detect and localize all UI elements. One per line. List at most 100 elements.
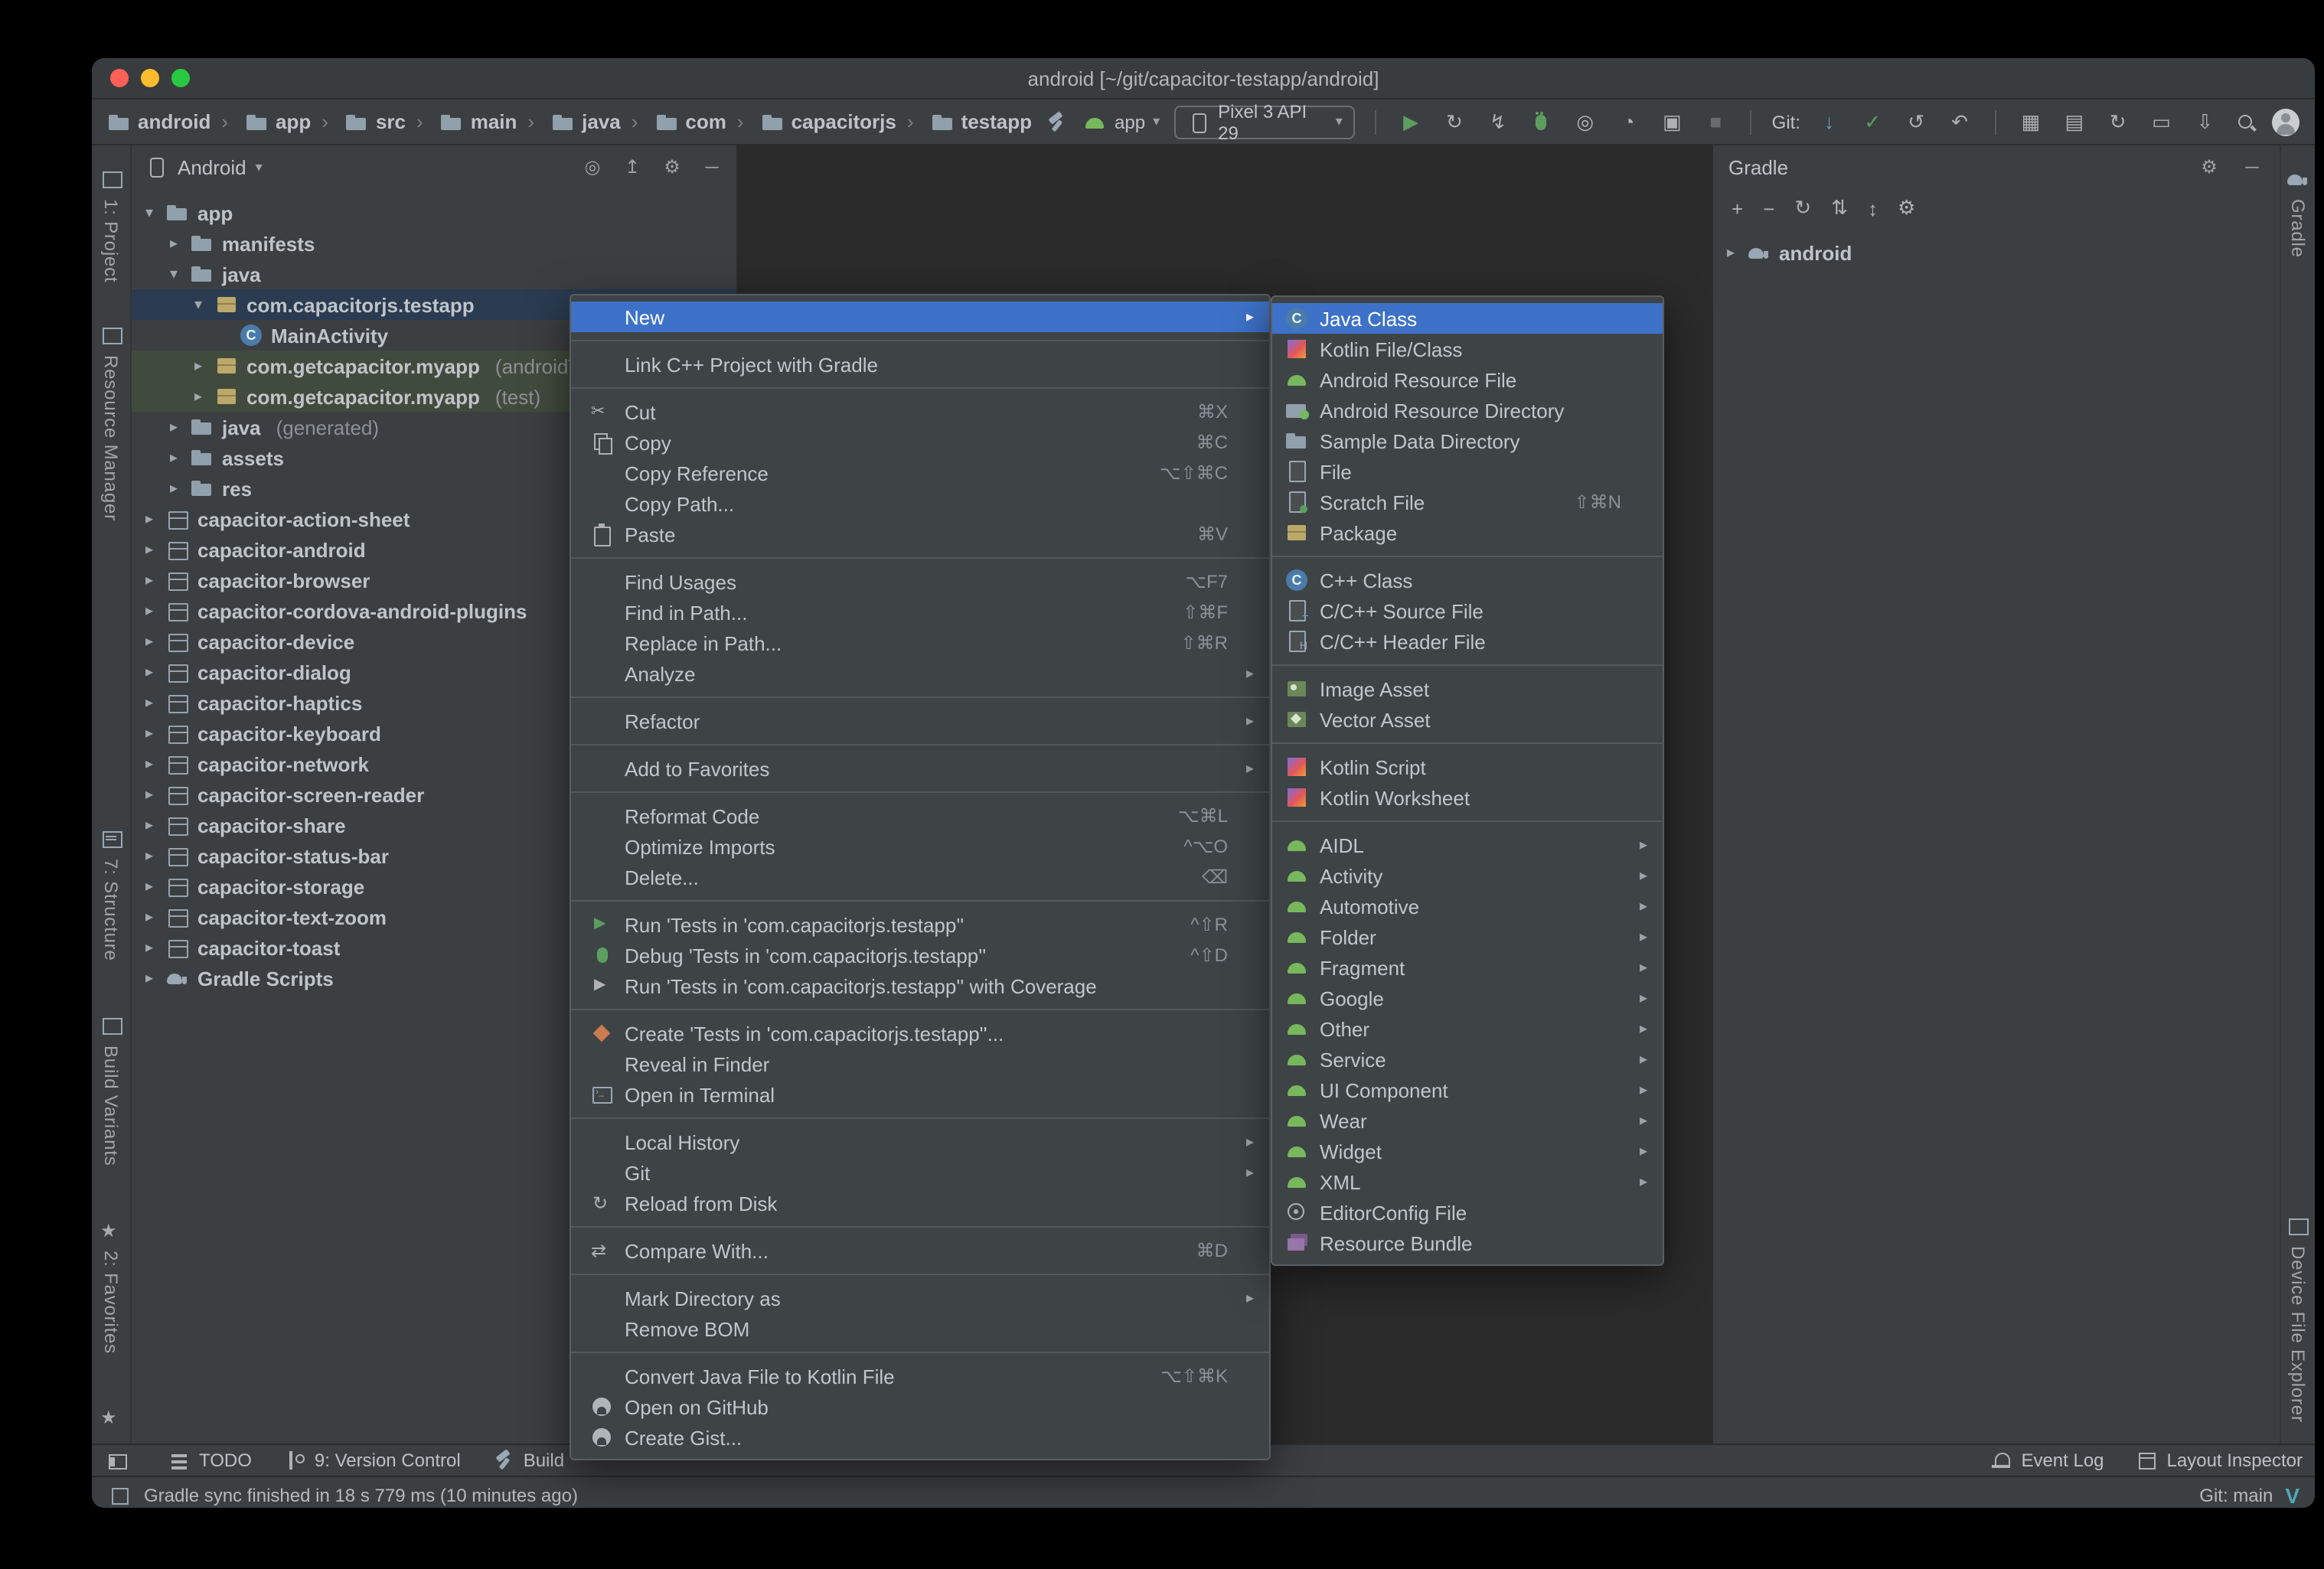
gradle-settings-icon[interactable]: ⚙ xyxy=(1898,196,1915,220)
tree-chevron-icon[interactable]: ▸ xyxy=(141,694,158,711)
tree-chevron-icon[interactable]: ▸ xyxy=(165,235,182,252)
tree-chevron-icon[interactable]: ▸ xyxy=(141,725,158,742)
rollback-icon[interactable]: ↶ xyxy=(1945,109,1975,134)
context-menu-item[interactable]: Link C++ Project with Gradle xyxy=(571,349,1269,380)
tab-structure[interactable]: 7: Structure xyxy=(99,827,123,961)
context-menu-item[interactable]: Local History ▸ xyxy=(571,1127,1269,1157)
collapse-all-icon[interactable]: ↥ xyxy=(620,156,645,178)
commit-icon[interactable]: ✓ xyxy=(1858,109,1888,134)
apply-changes-icon[interactable]: ↯ xyxy=(1483,109,1513,134)
project-view-mode[interactable]: Android xyxy=(178,155,246,178)
version-control-button[interactable]: 9: Version Control xyxy=(282,1448,461,1473)
context-menu-item[interactable]: Copy Path... xyxy=(571,488,1269,519)
submenu-item[interactable]: EditorConfig File xyxy=(1272,1197,1663,1228)
breadcrumb-item[interactable]: capacitorjs xyxy=(726,109,896,134)
context-menu-item[interactable]: Reformat Code ⌥⌘L xyxy=(571,801,1269,831)
context-menu-item[interactable]: Run 'Tests in 'com.capacitorjs.testapp''… xyxy=(571,970,1269,1001)
sync-project-icon[interactable]: ↻ xyxy=(2103,109,2133,134)
context-menu-item[interactable]: Reload from Disk xyxy=(571,1188,1269,1218)
tab-device-file-explorer[interactable]: Device File Explorer xyxy=(2286,1213,2310,1422)
run-with-coverage-icon[interactable]: ◎ xyxy=(1570,109,1600,134)
profiler-button[interactable]: ◔ xyxy=(1614,109,1643,134)
breadcrumb-item[interactable]: com xyxy=(621,109,726,134)
device-manager-icon[interactable]: ▭ xyxy=(2146,109,2176,134)
search-icon[interactable] xyxy=(2234,109,2258,134)
collapse-all-icon[interactable]: ↕ xyxy=(1868,197,1878,220)
tree-chevron-icon[interactable]: ▸ xyxy=(141,572,158,589)
tree-chevron-icon[interactable]: ▾ xyxy=(165,266,182,282)
context-menu-item[interactable]: Copy ⌘C xyxy=(571,427,1269,458)
tree-row[interactable]: ▾ app xyxy=(132,197,736,228)
apply-ui-changes-icon[interactable]: ▣ xyxy=(1657,109,1687,134)
zoom-button[interactable] xyxy=(171,69,190,87)
history-icon[interactable]: ↺ xyxy=(1901,109,1931,134)
submenu-item[interactable]: Widget ▸ xyxy=(1272,1136,1663,1166)
tree-row[interactable]: ▸ manifests xyxy=(132,228,736,259)
add-icon[interactable]: + xyxy=(1732,197,1743,220)
context-menu-item[interactable]: Remove BOM xyxy=(571,1313,1269,1344)
context-menu-item[interactable]: Open on GitHub xyxy=(571,1391,1269,1422)
submenu-item[interactable]: Kotlin Script xyxy=(1272,752,1663,782)
tree-chevron-icon[interactable]: ▸ xyxy=(141,970,158,987)
context-menu-item[interactable]: Optimize Imports ^⌥O xyxy=(571,831,1269,862)
context-menu-item[interactable]: Debug 'Tests in 'com.capacitorjs.testapp… xyxy=(571,940,1269,970)
build-analyzer-icon[interactable]: ▤ xyxy=(2059,109,2089,134)
stop-button[interactable]: ■ xyxy=(1701,109,1731,134)
submenu-item[interactable]: Google ▸ xyxy=(1272,983,1663,1013)
tree-chevron-icon[interactable]: ▸ xyxy=(141,939,158,956)
submenu-item[interactable]: Kotlin File/Class xyxy=(1272,334,1663,364)
context-menu-item[interactable]: Delete... ⌫ xyxy=(571,862,1269,892)
submenu-item[interactable]: C/C++ Source File xyxy=(1272,595,1663,626)
event-log-button[interactable]: Event Log xyxy=(1989,1448,2104,1473)
breadcrumb-item[interactable]: app xyxy=(211,109,311,134)
expand-all-icon[interactable]: ⇅ xyxy=(1831,196,1848,220)
tree-chevron-icon[interactable]: ▸ xyxy=(165,480,182,497)
context-menu-item[interactable]: Run 'Tests in 'com.capacitorjs.testapp''… xyxy=(571,909,1269,940)
favorites-star-icon[interactable] xyxy=(99,1405,123,1437)
git-branch-widget[interactable]: Git: main xyxy=(2199,1484,2273,1505)
context-menu-item[interactable]: Git ▸ xyxy=(571,1157,1269,1188)
submenu-item[interactable]: Automotive ▸ xyxy=(1272,891,1663,922)
context-menu-item[interactable]: Refactor ▸ xyxy=(571,706,1269,736)
submenu-item[interactable]: Package xyxy=(1272,517,1663,548)
close-button[interactable] xyxy=(110,69,129,87)
context-menu-item[interactable]: Create Gist... xyxy=(571,1422,1269,1453)
tree-chevron-icon[interactable]: ▾ xyxy=(141,204,158,221)
submenu-item[interactable]: Vector Asset xyxy=(1272,704,1663,735)
rerun-icon[interactable]: ↻ xyxy=(1440,109,1470,134)
context-menu-item[interactable]: Replace in Path... ⇧⌘R xyxy=(571,628,1269,658)
menu-java-class[interactable]: Java Class xyxy=(1272,303,1663,334)
debug-button[interactable] xyxy=(1526,109,1556,134)
tab-resource-manager[interactable]: Resource Manager xyxy=(99,322,123,520)
update-project-icon[interactable]: ↓ xyxy=(1814,109,1844,134)
tab-favorites[interactable]: 2: Favorites xyxy=(99,1218,123,1353)
hide-panel-icon[interactable]: ─ xyxy=(700,156,724,178)
build-hammer-icon[interactable] xyxy=(1044,109,1069,134)
tree-chevron-icon[interactable]: ▸ xyxy=(141,878,158,895)
settings-icon[interactable]: ⚙ xyxy=(660,156,684,178)
tree-chevron-icon[interactable]: ▸ xyxy=(141,755,158,772)
submenu-item[interactable]: Activity ▸ xyxy=(1272,860,1663,891)
context-menu-item[interactable]: Reveal in Finder xyxy=(571,1049,1269,1079)
tree-chevron-icon[interactable]: ▾ xyxy=(190,296,207,313)
locate-file-icon[interactable]: ◎ xyxy=(580,156,605,178)
settings-icon[interactable]: ⚙ xyxy=(2197,156,2221,178)
tree-chevron-icon[interactable]: ▸ xyxy=(141,602,158,619)
layout-inspector-button[interactable]: Layout Inspector xyxy=(2135,1448,2303,1473)
remove-icon[interactable]: − xyxy=(1763,197,1774,220)
context-menu-item[interactable]: Copy Reference ⌥⇧⌘C xyxy=(571,458,1269,488)
tree-chevron-icon[interactable]: ▸ xyxy=(190,388,207,405)
context-menu-item[interactable]: Find in Path... ⇧⌘F xyxy=(571,597,1269,628)
context-menu-item[interactable]: Open in Terminal xyxy=(571,1079,1269,1110)
ideavim-icon[interactable]: V xyxy=(2285,1483,2300,1507)
chevron-down-icon[interactable]: ▾ xyxy=(256,158,263,175)
sdk-manager-icon[interactable]: ⇩ xyxy=(2190,109,2220,134)
submenu-item[interactable]: C++ Class xyxy=(1272,565,1663,595)
tree-chevron-icon[interactable]: ▸ xyxy=(141,786,158,803)
context-menu-item[interactable]: Convert Java File to Kotlin File ⌥⇧⌘K xyxy=(571,1361,1269,1391)
menu-new[interactable]: New ▸ xyxy=(571,302,1269,332)
refresh-gradle-icon[interactable]: ↻ xyxy=(1794,196,1811,220)
breadcrumb-item[interactable]: src xyxy=(311,109,406,134)
submenu-item[interactable]: Android Resource Directory xyxy=(1272,395,1663,426)
tree-chevron-icon[interactable]: ▸ xyxy=(141,817,158,833)
